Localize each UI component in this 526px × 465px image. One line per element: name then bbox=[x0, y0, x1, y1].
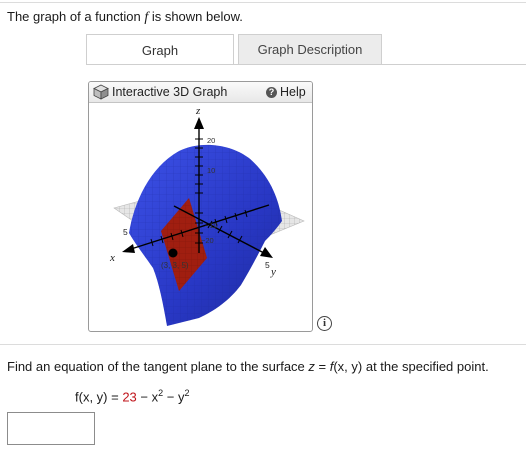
top-divider bbox=[0, 2, 526, 3]
tab-underline bbox=[86, 64, 526, 65]
formula-constant: 23 bbox=[122, 389, 137, 405]
intro-before: The graph of a function bbox=[7, 9, 145, 24]
z-axis-arrow bbox=[194, 117, 204, 129]
x-axis-arrow bbox=[122, 244, 135, 253]
y-axis-label: y bbox=[270, 266, 276, 278]
point-label: (3, 3, 5) bbox=[161, 261, 189, 270]
y-axis-arrow bbox=[260, 247, 273, 258]
question-before: Find an equation of the tangent plane to… bbox=[7, 359, 309, 374]
tab-graph-label: Graph bbox=[141, 42, 179, 58]
section-divider bbox=[0, 344, 526, 345]
tick-z-m10: −10 bbox=[205, 221, 218, 230]
panel-title[interactable]: Interactive 3D Graph bbox=[112, 85, 227, 99]
intro-after: is shown below. bbox=[148, 9, 243, 24]
help-icon: ? bbox=[266, 86, 277, 98]
answer-input[interactable] bbox=[7, 412, 95, 445]
question-after: at the specified point. bbox=[362, 359, 489, 374]
tick-z-m20: −20 bbox=[201, 236, 214, 245]
cube-icon bbox=[93, 84, 109, 100]
tab-graph-description-label: Graph Description bbox=[257, 42, 363, 57]
formula-term-x: − x bbox=[136, 389, 159, 405]
tab-graph-description[interactable]: Graph Description bbox=[238, 34, 382, 65]
point-marker bbox=[168, 248, 178, 258]
question-args: (x, y) bbox=[333, 359, 363, 374]
formula-eq: = bbox=[107, 389, 123, 405]
info-icon[interactable]: i bbox=[317, 316, 332, 331]
interactive-3d-graph-panel: Interactive 3D Graph ? Help z x y 20 10 … bbox=[88, 81, 313, 332]
formula-lhs: f(x, y) bbox=[75, 389, 108, 405]
help-label: Help bbox=[280, 85, 306, 99]
formula-term-y: − y bbox=[163, 389, 185, 405]
x-axis-label: x bbox=[109, 252, 115, 264]
tick-x-5: 5 bbox=[123, 227, 128, 237]
tick-z-10: 10 bbox=[207, 166, 215, 175]
tab-graph[interactable]: Graph bbox=[86, 34, 234, 65]
graph-canvas[interactable]: z x y 20 10 −10 −20 5 5 (3, 3, 5) bbox=[89, 103, 312, 331]
question-text: Find an equation of the tangent plane to… bbox=[7, 359, 489, 374]
tick-y-5: 5 bbox=[265, 260, 270, 270]
formula-exp-y: 2 bbox=[184, 388, 190, 398]
intro-text: The graph of a function f is shown below… bbox=[7, 9, 243, 26]
help-button[interactable]: ? Help bbox=[266, 85, 306, 99]
panel-header: Interactive 3D Graph ? Help bbox=[89, 82, 312, 103]
z-axis-label: z bbox=[195, 105, 201, 117]
tick-z-20: 20 bbox=[207, 136, 215, 145]
question-eq: = bbox=[314, 359, 330, 374]
function-formula: f(x, y) = 23 − x2 − y2 bbox=[75, 388, 189, 404]
